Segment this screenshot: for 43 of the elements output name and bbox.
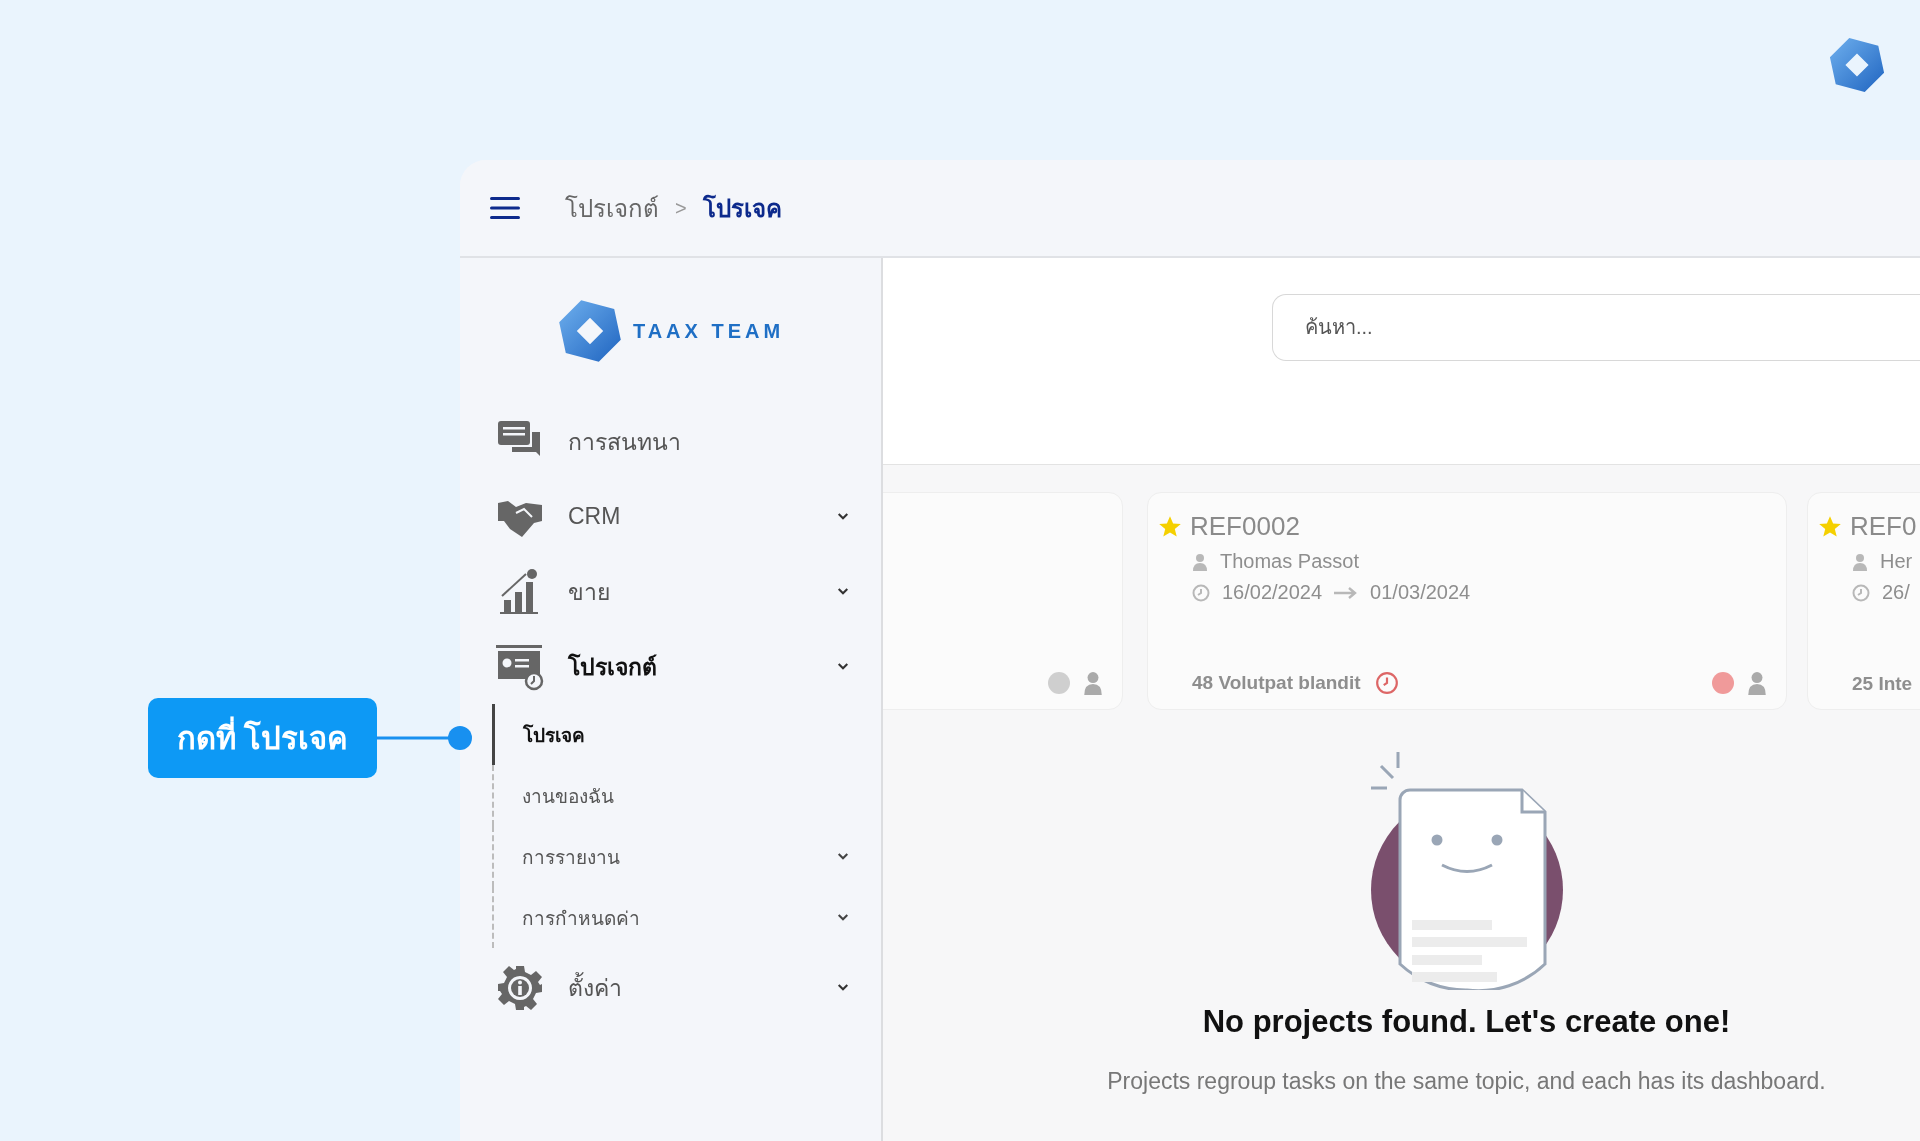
star-icon[interactable] (1818, 514, 1842, 539)
breadcrumb-separator: > (675, 196, 687, 220)
task-count: 25 Inte (1852, 673, 1913, 695)
menu-item[interactable]: การสนทนา (460, 404, 881, 479)
arrow-right-icon (1334, 586, 1359, 599)
end-date: 01/03/2024 (1370, 581, 1471, 604)
submenu-item[interactable]: การกำหนดค่า (492, 887, 881, 948)
star-icon[interactable] (1158, 514, 1182, 539)
menu-item[interactable]: ขาย (460, 554, 881, 629)
clock-icon (1192, 583, 1210, 602)
empty-state-text: Projects regroup tasks on the same topic, and each has its dashboard. (1107, 1068, 1826, 1095)
callout-label: กดที่ โปรเจค (148, 698, 377, 778)
empty-state-title: No projects found. Let's create one! (1202, 1004, 1731, 1040)
brand-name: TAAX TEAM (632, 319, 785, 343)
project-manager: Her (1880, 550, 1913, 573)
logo-icon (556, 298, 623, 364)
status-dot[interactable] (1712, 672, 1734, 694)
start-date: 26/ (1882, 581, 1910, 604)
start-date: 16/02/2024 (1222, 581, 1323, 604)
menu-item[interactable]: โปรเจกต์ (460, 629, 881, 704)
logo-icon (1828, 36, 1886, 94)
clock-icon (1374, 671, 1399, 695)
breadcrumb-link[interactable]: โปรเจค (702, 188, 782, 228)
menu-item[interactable]: ตั้งค่า (460, 950, 881, 1025)
project-reference: REF0 (1850, 511, 1917, 542)
menu-item[interactable]: CRM (460, 479, 881, 554)
breadcrumb-link[interactable]: โปรเจกต์ (565, 188, 659, 228)
person-icon (1192, 552, 1208, 571)
menu-icon[interactable] (490, 196, 520, 220)
avatar-icon (1084, 671, 1102, 695)
settings-icon (496, 963, 544, 1012)
status-dot[interactable] (1048, 672, 1070, 694)
project-card[interactable] (883, 492, 1123, 710)
task-count: 48 Volutpat blandit (1192, 672, 1361, 694)
clock-icon (1852, 583, 1870, 602)
project-manager: Thomas Passot (1220, 550, 1359, 573)
presentation-icon (496, 642, 544, 691)
search-field[interactable]: ค้นหา... (1272, 294, 1920, 361)
person-icon (1852, 552, 1868, 571)
avatar-icon (1748, 671, 1766, 695)
project-reference: REF0002 (1190, 511, 1300, 542)
submenu-item[interactable]: การรายงาน (492, 826, 881, 887)
submenu-item[interactable]: งานของฉัน (492, 765, 881, 826)
